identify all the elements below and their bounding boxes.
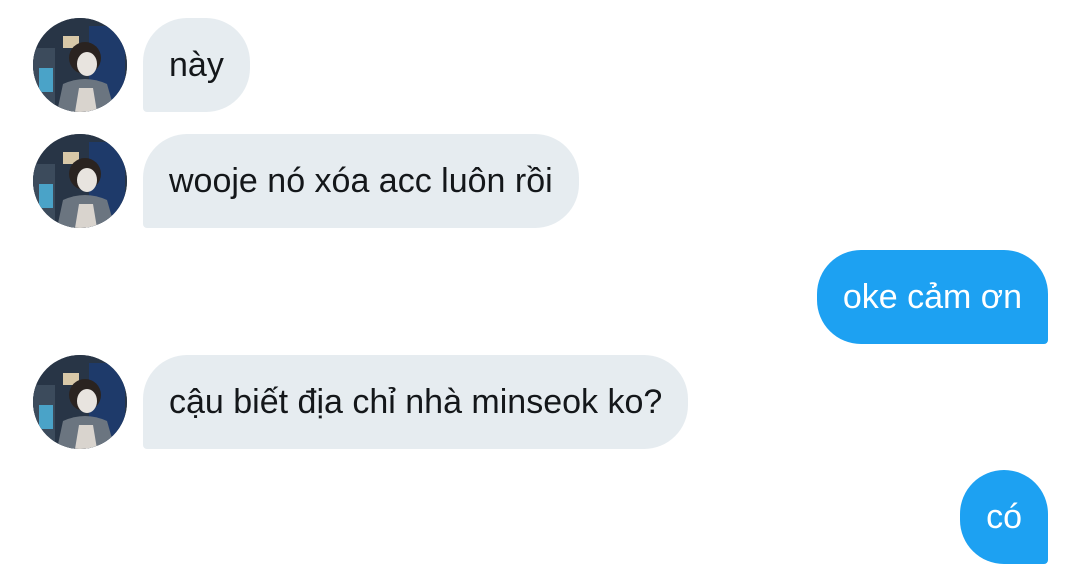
user-avatar[interactable] bbox=[33, 355, 127, 449]
message-bubble-outgoing[interactable]: có bbox=[960, 470, 1048, 564]
message-text: này bbox=[169, 46, 224, 84]
message-text: cậu biết địa chỉ nhà minseok ko? bbox=[169, 383, 663, 421]
message-text: có bbox=[986, 498, 1022, 536]
message-text: oke cảm ơn bbox=[842, 278, 1022, 316]
message-bubble-outgoing[interactable]: oke cảm ơn bbox=[816, 250, 1048, 344]
message-bubble-incoming[interactable]: wooje nó xóa acc luôn rồi bbox=[143, 134, 579, 228]
message-bubble-incoming[interactable]: này bbox=[143, 18, 250, 112]
user-avatar[interactable] bbox=[33, 18, 127, 112]
message-bubble-incoming[interactable]: cậu biết địa chỉ nhà minseok ko? bbox=[143, 355, 689, 449]
message-text: wooje nó xóa acc luôn rồi bbox=[169, 162, 553, 200]
user-avatar[interactable] bbox=[33, 134, 127, 228]
